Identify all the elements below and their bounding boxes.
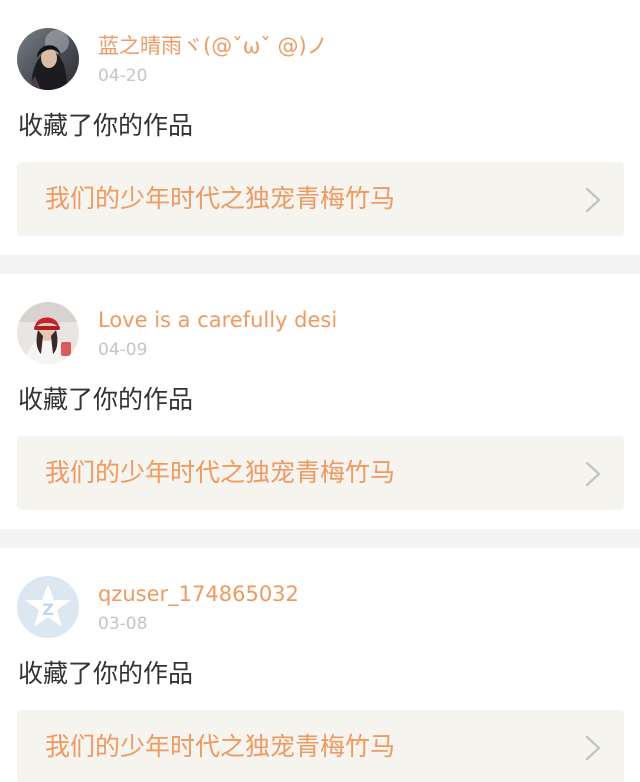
timestamp: 04-09 [98,340,148,360]
chevron-right-icon [585,735,601,761]
avatar[interactable] [17,302,79,364]
svg-text:Z: Z [42,600,54,619]
work-title: 我们的少年时代之独宠青梅竹马 [45,458,396,487]
username[interactable]: qzuser_174865032 [98,581,299,607]
username[interactable]: 蓝之晴雨ヾ(@ˇωˇ @)ノ [98,33,328,59]
avatar[interactable] [17,28,79,90]
notification-item: Z qzuser_174865032 03-08 收藏了你的作品 我们的少年时代… [0,548,640,782]
divider [0,255,640,274]
notification-feed: 蓝之晴雨ヾ(@ˇωˇ @)ノ 04-20 收藏了你的作品 我们的少年时代之独宠青… [0,0,640,782]
notification-item: Love is a carefully desi 04-09 收藏了你的作品 我… [0,274,640,529]
work-title: 我们的少年时代之独宠青梅竹马 [45,732,396,761]
qzone-default-avatar-icon: Z [17,576,79,638]
work-card[interactable]: 我们的少年时代之独宠青梅竹马 [17,436,624,510]
girl-red-hat-avatar-icon [17,302,79,364]
chevron-right-icon [585,461,601,487]
timestamp: 04-20 [98,66,148,86]
avatar[interactable]: Z [17,576,79,638]
work-card[interactable]: 我们的少年时代之独宠青梅竹马 [17,162,624,236]
girl-photo-avatar-icon [17,28,79,90]
timestamp: 03-08 [98,614,148,634]
chevron-right-icon [585,187,601,213]
action-text: 收藏了你的作品 [18,385,194,414]
username[interactable]: Love is a carefully desi [98,307,337,333]
action-text: 收藏了你的作品 [18,111,194,140]
work-title: 我们的少年时代之独宠青梅竹马 [45,184,396,213]
notification-item: 蓝之晴雨ヾ(@ˇωˇ @)ノ 04-20 收藏了你的作品 我们的少年时代之独宠青… [0,0,640,255]
action-text: 收藏了你的作品 [18,659,194,688]
work-card[interactable]: 我们的少年时代之独宠青梅竹马 [17,710,624,782]
divider [0,529,640,548]
